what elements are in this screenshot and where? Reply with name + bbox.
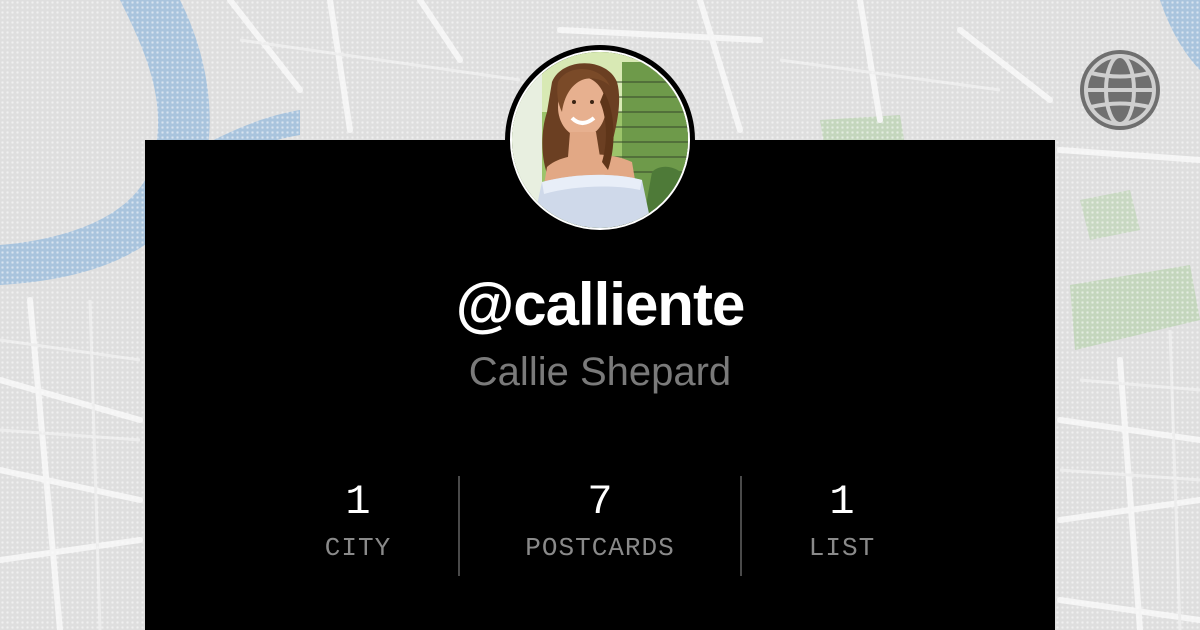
stat-list-value: 1 (829, 478, 855, 526)
stat-city[interactable]: 1 CITY (258, 476, 458, 576)
username: @calliente (455, 271, 746, 338)
stat-city-value: 1 (345, 478, 371, 526)
avatar[interactable] (505, 45, 695, 235)
stat-postcards[interactable]: 7 POSTCARDS (460, 476, 740, 576)
display-name: Callie Shepard (468, 350, 732, 394)
stat-list[interactable]: 1 LIST (742, 476, 942, 576)
profile-stats: 1 CITY 7 POSTCARDS 1 LIST (258, 476, 942, 576)
stat-city-label: CITY (324, 533, 392, 563)
globe-icon (1084, 54, 1156, 126)
stat-list-label: LIST (808, 533, 876, 563)
stat-postcards-label: POSTCARDS (525, 533, 675, 563)
profile-photo (512, 52, 688, 228)
stat-postcards-value: 7 (587, 478, 613, 526)
language-globe-button[interactable] (1080, 50, 1160, 130)
